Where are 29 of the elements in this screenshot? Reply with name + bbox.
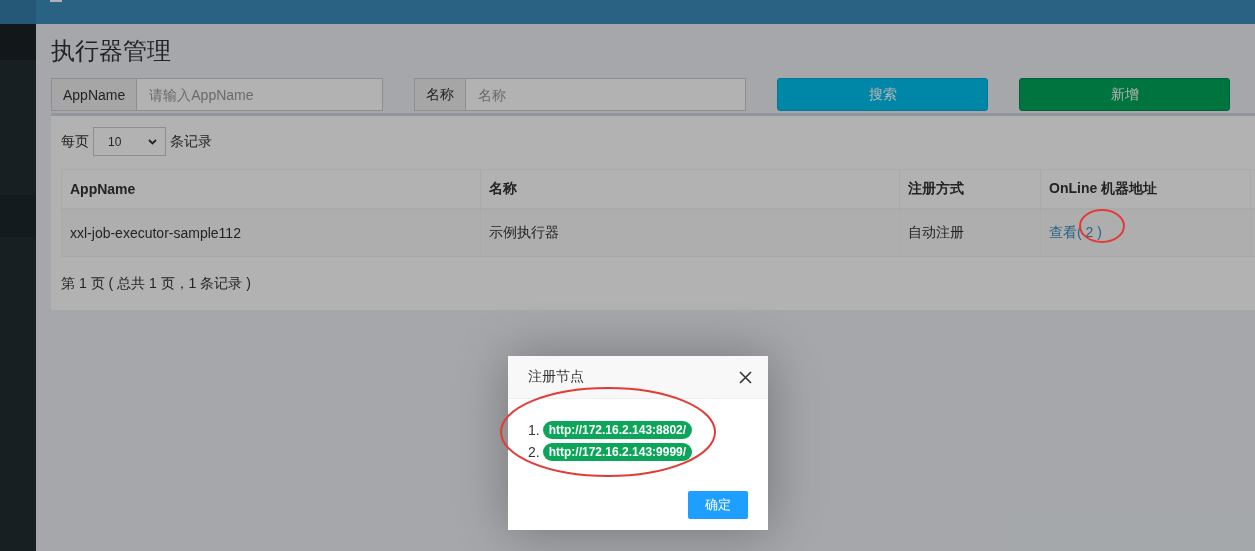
- close-icon[interactable]: [739, 370, 752, 384]
- chevron-icon: [148, 138, 157, 145]
- page-size-label: 条记录: [170, 132, 212, 151]
- field-label: AppName: [51, 78, 138, 111]
- page-size-select[interactable]: 10: [93, 127, 166, 156]
- address-badge: http://172.16.2.143:9999/: [542, 443, 693, 461]
- annotation-ellipse: [1078, 208, 1126, 244]
- filter-input[interactable]: 请输入AppName: [137, 78, 383, 111]
- pagination-info: 第 1 页 ( 总共 1 页，1 条记录 ): [61, 275, 252, 293]
- filter-input[interactable]: 名称: [466, 78, 746, 111]
- field-label: 名称: [414, 78, 466, 111]
- confirm-button[interactable]: 确定: [688, 491, 748, 519]
- table-cell: 示例执行器: [480, 209, 900, 257]
- column-header: OnLine 机器地址: [1040, 169, 1251, 209]
- search-button[interactable]: 搜索: [777, 78, 988, 111]
- address-badge: http://172.16.2.143:8802/: [542, 421, 693, 439]
- list-marker: 2.: [528, 444, 540, 460]
- column-header: AppName: [61, 169, 481, 209]
- add-button[interactable]: 新增: [1019, 78, 1230, 111]
- view-link[interactable]: 查看: [1049, 224, 1077, 240]
- table-cell: 自动注册: [899, 209, 1041, 257]
- list-marker: 1.: [528, 422, 540, 438]
- menu-icon[interactable]: [50, 0, 62, 3]
- column-header: 注册方式: [899, 169, 1041, 209]
- column-header: 名称: [480, 169, 900, 209]
- dialog-title: 注册节点: [528, 368, 584, 386]
- page-title: 执行器管理: [51, 36, 172, 66]
- page-size-label: 每页: [61, 132, 89, 151]
- table-cell: xxl-job-executor-sample112: [61, 209, 481, 257]
